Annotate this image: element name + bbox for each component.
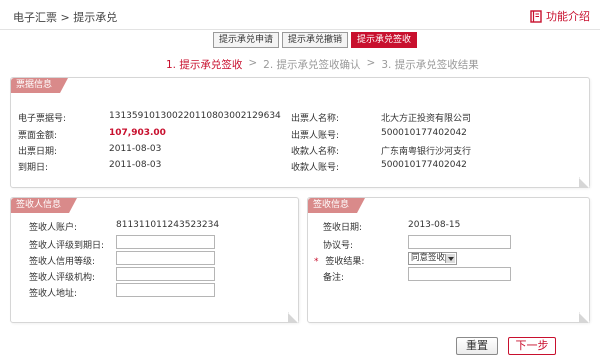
panel-corner-fold: [288, 312, 299, 323]
sign-date-value: 2013-08-15: [408, 220, 461, 230]
breadcrumb: 电子汇票 > 提示承兑: [13, 9, 117, 25]
signer-rating-agency-label: 签收人评级机构:: [29, 273, 96, 283]
sign-info-header: 签收信息: [308, 198, 366, 213]
sign-result-row: * 签收结果:: [314, 254, 364, 267]
step-3: 3. 提示承兑签收结果: [381, 59, 479, 71]
step-separator: >: [248, 57, 258, 69]
payee-account-label: 收款人账号:: [291, 163, 340, 173]
help-link[interactable]: 功能介绍: [530, 8, 590, 24]
signer-account-label: 签收人账户:: [29, 223, 78, 233]
step-1: 1. 提示承兑签收: [166, 59, 243, 71]
sign-result-value: 同意签收: [411, 253, 446, 263]
signer-address-input[interactable]: [116, 283, 215, 297]
sign-info-panel: 签收信息 签收日期: 2013-08-15 协议号: * 签收结果: 同意签收 …: [307, 197, 590, 323]
drawer-name-label: 出票人名称:: [291, 114, 340, 124]
breadcrumb-parent[interactable]: 电子汇票: [13, 11, 57, 24]
issue-date-label: 出票日期:: [18, 147, 58, 157]
bill-amount-label: 票面金额:: [18, 131, 58, 141]
drawer-name-value: 北大方正投资有限公司: [381, 114, 472, 124]
next-step-button[interactable]: 下一步: [508, 337, 556, 355]
issue-date-value: 2011-08-03: [109, 144, 162, 154]
protocol-number-label: 协议号:: [323, 241, 354, 251]
due-date-value: 2011-08-03: [109, 160, 162, 170]
bill-info-header: 票据信息: [11, 78, 69, 93]
book-icon: [530, 9, 542, 23]
protocol-number-input[interactable]: [408, 235, 511, 249]
signer-info-panel: 签收人信息 签收人账户: 811311011243523234 签收人评级到期日…: [10, 197, 299, 323]
signer-rating-due-input[interactable]: [116, 235, 215, 249]
signer-credit-level-label: 签收人信用等级:: [29, 257, 96, 267]
due-date-label: 到期日:: [18, 163, 49, 173]
top-bar: 电子汇票 > 提示承兑 功能介绍: [0, 0, 600, 30]
breadcrumb-separator: >: [57, 11, 74, 24]
signer-rating-due-label: 签收人评级到期日:: [29, 241, 105, 251]
bill-number-value: 131359101300220110803002129634: [109, 111, 281, 121]
required-mark: *: [314, 257, 319, 267]
panel-corner-fold: [579, 312, 590, 323]
breadcrumb-current: 提示承兑: [73, 11, 118, 24]
step-separator: >: [366, 57, 376, 69]
bill-amount-value: 107,903.00: [109, 128, 166, 138]
sign-result-label: 签收结果:: [325, 257, 365, 267]
help-label: 功能介绍: [546, 10, 590, 23]
reset-button[interactable]: 重置: [456, 337, 498, 355]
tab-accept-apply[interactable]: 提示承兑申请: [213, 32, 280, 48]
tab-accept-sign[interactable]: 提示承兑签收: [351, 32, 418, 48]
bill-info-panel: 票据信息 电子票据号: 1313591013002201108030021296…: [10, 77, 590, 188]
remark-label: 备注:: [323, 273, 345, 283]
signer-address-label: 签收人地址:: [29, 289, 78, 299]
chevron-down-icon[interactable]: [445, 254, 455, 263]
step-indicator: 1. 提示承兑签收 > 2. 提示承兑签收确认 > 3. 提示承兑签收结果: [166, 57, 479, 72]
remark-input[interactable]: [408, 267, 511, 281]
drawer-account-value: 500010177402042: [381, 128, 467, 138]
sign-result-select[interactable]: 同意签收: [408, 252, 457, 265]
payee-name-label: 收款人名称:: [291, 147, 340, 157]
bill-number-label: 电子票据号:: [18, 114, 67, 124]
signer-credit-level-input[interactable]: [116, 251, 215, 265]
payee-account-value: 500010177402042: [381, 160, 467, 170]
tab-accept-revoke[interactable]: 提示承兑撤销: [282, 32, 349, 48]
signer-rating-agency-input[interactable]: [116, 267, 215, 281]
signer-info-header: 签收人信息: [11, 198, 78, 213]
drawer-account-label: 出票人账号:: [291, 131, 340, 141]
payee-name-value: 广东南粤银行沙河支行: [381, 147, 472, 157]
tab-bar: 提示承兑申请 提示承兑撤销 提示承兑签收: [213, 32, 420, 48]
sign-date-label: 签收日期:: [323, 223, 363, 233]
step-2: 2. 提示承兑签收确认: [263, 59, 361, 71]
panel-corner-fold: [579, 177, 590, 188]
signer-account-value: 811311011243523234: [116, 220, 220, 230]
